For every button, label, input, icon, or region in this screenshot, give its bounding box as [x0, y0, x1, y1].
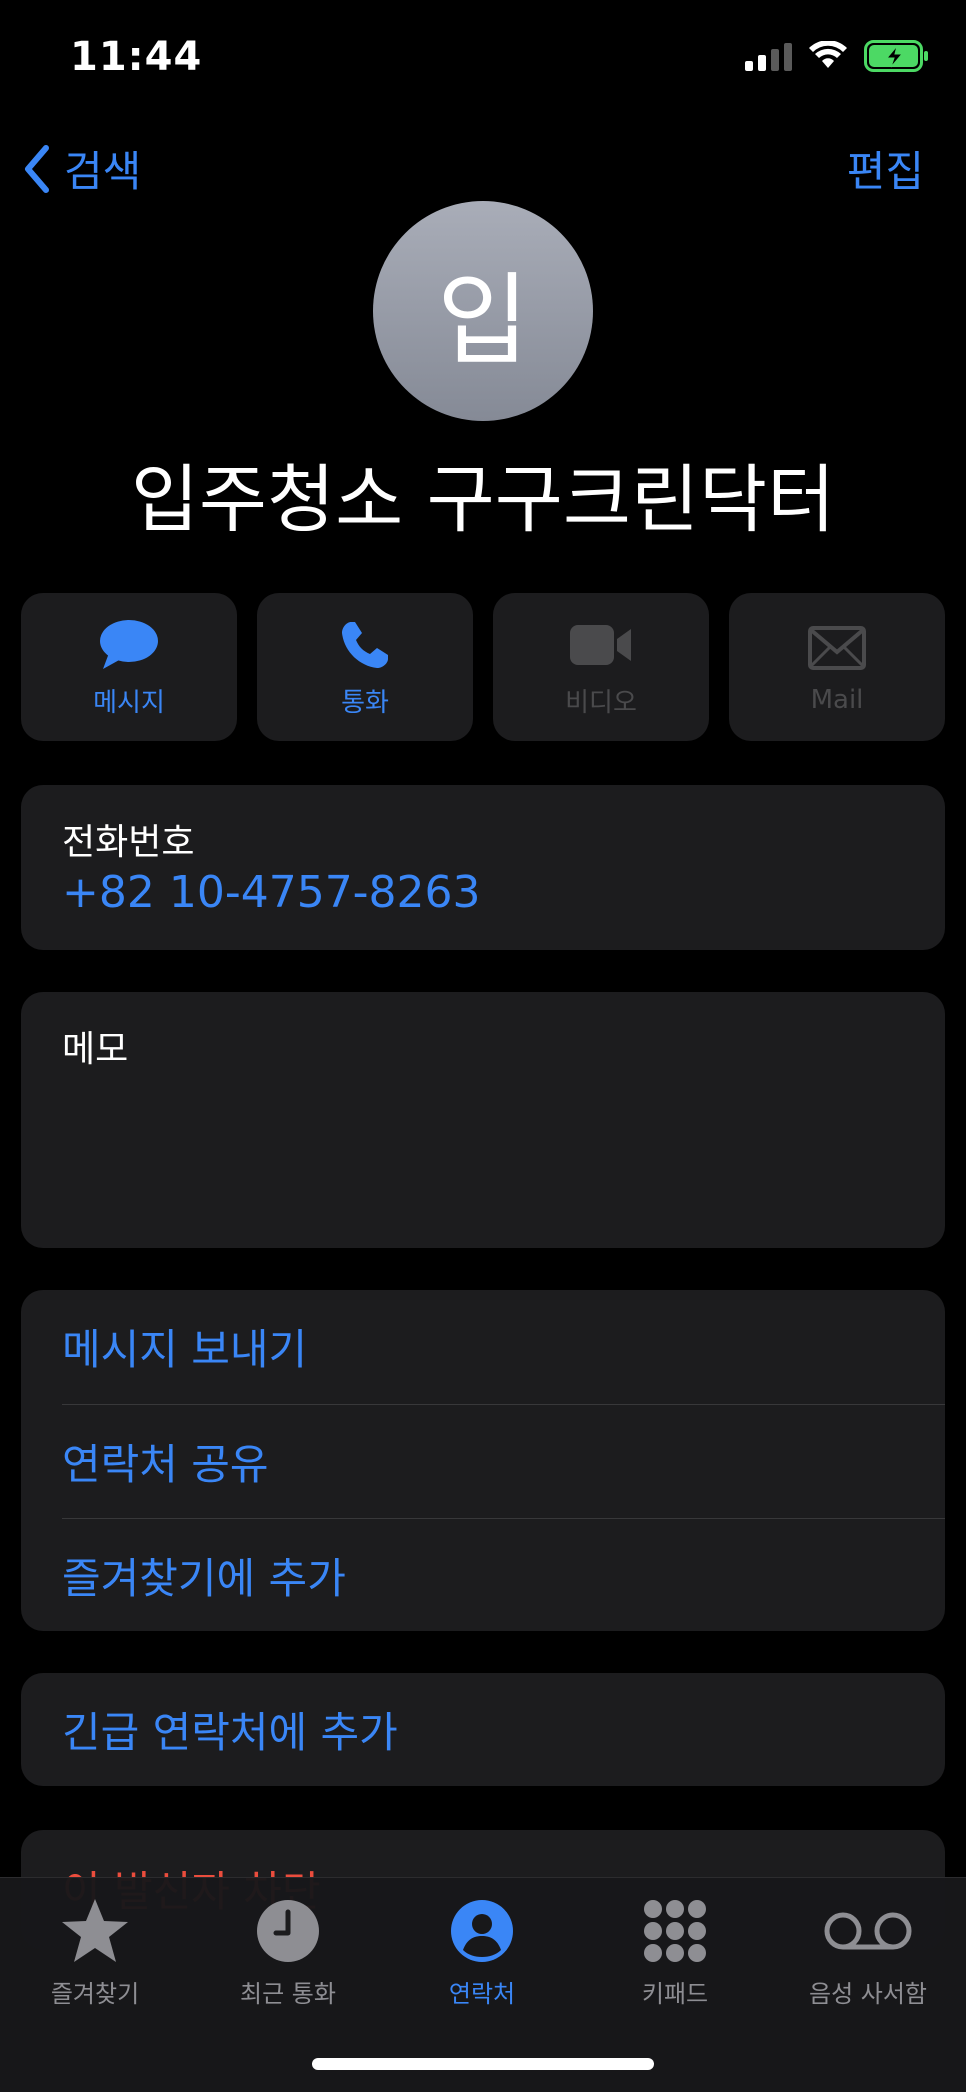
keypad-icon	[644, 1900, 706, 1962]
person-circle-icon	[451, 1900, 513, 1962]
tab-recents[interactable]: 최근 통화	[198, 1896, 378, 2009]
tab-voicemail[interactable]: 음성 사서함	[778, 1896, 958, 2009]
message-action-button[interactable]: 메시지	[21, 593, 237, 741]
envelope-icon	[808, 626, 866, 670]
tab-recents-label: 최근 통화	[240, 1980, 336, 2008]
quick-actions: 메시지 통화 비디오 Mail	[21, 593, 945, 741]
call-action-button[interactable]: 통화	[257, 593, 473, 741]
avatar: 입	[373, 201, 593, 421]
status-icons	[745, 40, 930, 72]
tab-voicemail-label: 음성 사서함	[808, 1980, 928, 2008]
cellular-signal-icon	[745, 41, 792, 71]
clock-icon	[257, 1900, 319, 1962]
tab-contacts-label: 연락처	[448, 1980, 516, 2008]
phone-number-card: 전화번호 +82 10-4757-8263	[21, 785, 945, 950]
wifi-icon	[809, 41, 847, 68]
tab-keypad-label: 키패드	[641, 1980, 709, 2008]
video-action-button[interactable]: 비디오	[493, 593, 709, 741]
chevron-left-icon	[25, 144, 49, 193]
emergency-contact-card: 긴급 연락처에 추가	[21, 1673, 945, 1786]
voicemail-icon	[824, 1912, 912, 1950]
contact-detail-screen: 11:44 검색 편집 입 입주청소 구구크린닥터 메시지 통화 비디오 Mai…	[0, 0, 966, 2092]
back-label: 검색	[64, 147, 142, 196]
contact-options-list: 메시지 보내기 연락처 공유 즐겨찾기에 추가	[21, 1290, 945, 1631]
tab-keypad[interactable]: 키패드	[585, 1896, 765, 2009]
send-message-row[interactable]: 메시지 보내기	[62, 1290, 945, 1403]
share-contact-row[interactable]: 연락처 공유	[62, 1404, 945, 1517]
phone-number-value[interactable]: +82 10-4757-8263	[62, 867, 481, 918]
add-emergency-contact-row[interactable]: 긴급 연락처에 추가	[62, 1673, 398, 1786]
phone-number-label: 전화번호	[62, 822, 195, 863]
memo-label: 메모	[62, 1029, 129, 1070]
video-camera-icon	[570, 624, 631, 665]
star-icon	[62, 1899, 128, 1962]
battery-charging-icon	[864, 40, 928, 72]
video-action-label: 비디오	[565, 687, 637, 718]
memo-card[interactable]: 메모	[21, 992, 945, 1248]
call-action-label: 통화	[341, 687, 389, 718]
home-indicator	[312, 2058, 654, 2070]
mail-action-label: Mail	[810, 685, 864, 715]
phone-icon	[342, 621, 388, 668]
back-button[interactable]: 검색	[22, 138, 141, 199]
contact-name: 입주청소 구구크린닥터	[130, 457, 836, 543]
message-action-label: 메시지	[93, 687, 165, 718]
add-to-favorites-row[interactable]: 즐겨찾기에 추가	[62, 1518, 945, 1631]
tab-contacts[interactable]: 연락처	[392, 1896, 572, 2009]
edit-button[interactable]: 편집	[847, 138, 924, 199]
tab-favorites[interactable]: 즐겨찾기	[5, 1896, 185, 2009]
tab-favorites-label: 즐겨찾기	[50, 1980, 140, 2008]
status-time: 11:44	[70, 34, 203, 80]
mail-action-button[interactable]: Mail	[729, 593, 945, 741]
avatar-initial: 입	[437, 261, 529, 379]
message-bubble-icon	[100, 619, 158, 669]
